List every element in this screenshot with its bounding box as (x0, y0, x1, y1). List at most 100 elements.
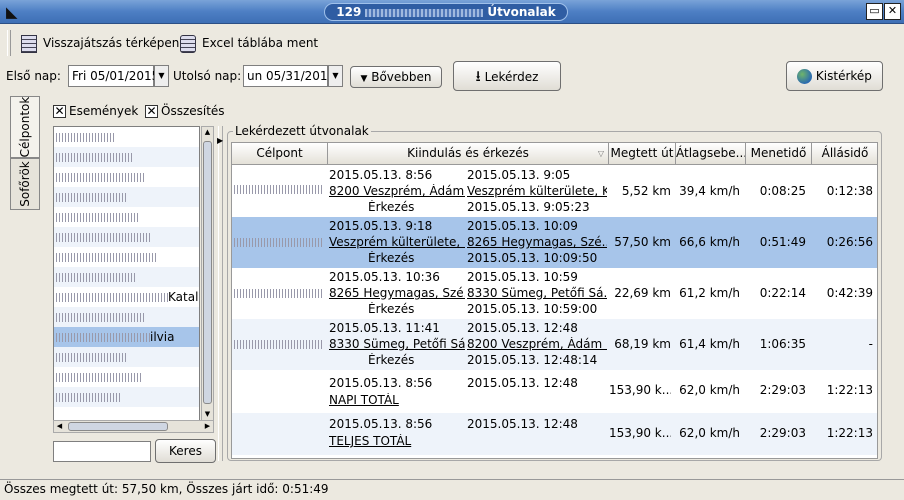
departure-place[interactable]: 8330 Sümeg, Petőfi Sá... (329, 337, 465, 351)
sort-desc-icon: ▽ (597, 149, 604, 158)
distance-value: 153,90 k... (609, 383, 671, 397)
splitter[interactable]: ▶ (217, 126, 223, 461)
drive-time-value: 0:22:14 (759, 286, 806, 300)
list-item[interactable] (54, 167, 199, 187)
redacted-text (56, 333, 150, 342)
column-header-stop-time[interactable]: Állásidő (812, 143, 877, 165)
summary-checkbox[interactable]: ✕ Összesítés (145, 103, 225, 119)
list-item[interactable] (54, 347, 199, 367)
stop-time-value: 0:42:39 (826, 286, 873, 300)
arrival-place[interactable]: Veszprém külterülete, K... (467, 184, 607, 198)
redacted-text (56, 133, 116, 142)
query-label: Lekérdez (484, 70, 539, 84)
table-row[interactable]: 2015.05.13. 8:56 8200 Veszprém, Ádám ...… (232, 166, 877, 217)
total-label: TELJES TOTÁL (329, 434, 412, 448)
list-item-label: ilvia (150, 330, 175, 344)
list-item[interactable] (54, 247, 199, 267)
playback-label: Visszajátszás térképen (43, 36, 180, 50)
redacted-target (234, 289, 324, 298)
column-header-drive-time[interactable]: Menetidő (746, 143, 812, 165)
table-row-selected[interactable]: 2015.05.13. 9:18 Veszprém külterülete, K… (232, 217, 877, 268)
close-button[interactable]: ✕ (884, 3, 901, 20)
arrival-place[interactable]: 8330 Sümeg, Petőfi Sá... (467, 286, 607, 300)
column-header-target[interactable]: Célpont (232, 143, 328, 165)
collapse-arrow-icon[interactable]: ▶ (217, 136, 223, 145)
first-day-dropdown[interactable]: ▼ (154, 65, 169, 87)
departure-place[interactable]: 8200 Veszprém, Ádám ... (329, 184, 465, 198)
list-horizontal-scrollbar[interactable]: ◀ ▶ (53, 420, 214, 433)
drive-time-value: 2:29:03 (759, 383, 806, 397)
column-header-avg-speed[interactable]: Átlagsebe... (676, 143, 746, 165)
target-list[interactable]: Katali ilvia (53, 126, 200, 421)
list-vertical-scrollbar[interactable]: ▲ ▼ (201, 126, 214, 421)
distance-value: 22,69 km (614, 286, 671, 300)
drive-time-value: 2:29:03 (759, 426, 806, 440)
list-item[interactable] (54, 227, 199, 247)
vertical-scroll-thumb[interactable] (203, 141, 212, 404)
scroll-down-icon[interactable]: ▼ (202, 409, 213, 420)
title-bar[interactable]: ◣ 129 Útvonalak ▭ ✕ (0, 0, 904, 24)
arrival-time: 2015.05.13. 9:05 (467, 168, 571, 182)
last-day-field[interactable]: un 05/31/2015 (243, 65, 335, 87)
routes-table[interactable]: Célpont Kiindulás és érkezés ▽ Megtett ú… (231, 142, 878, 459)
search-input[interactable] (53, 441, 151, 462)
distance-value: 68,19 km (614, 337, 671, 351)
toolbar-grip[interactable] (7, 30, 11, 56)
distance-value: 153,90 k... (609, 426, 671, 440)
redacted-text (56, 313, 144, 322)
redacted-text (56, 253, 156, 262)
list-item[interactable]: ilvia (54, 327, 199, 347)
distance-value: 5,52 km (621, 184, 671, 198)
list-item[interactable] (54, 307, 199, 327)
list-item[interactable] (54, 187, 199, 207)
title-text: Útvonalak (487, 5, 556, 19)
maximize-button[interactable]: ▭ (866, 3, 883, 20)
event-label: Érkezés (368, 251, 415, 265)
list-item[interactable] (54, 207, 199, 227)
excel-label: Excel táblába ment (202, 36, 319, 50)
redacted-text (56, 393, 122, 402)
column-header-distance[interactable]: Megtett út (609, 143, 676, 165)
expand-button[interactable]: ▼ Bővebben (350, 66, 442, 88)
list-item[interactable] (54, 387, 199, 407)
table-row[interactable]: 2015.05.13. 11:41 8330 Sümeg, Petőfi Sá.… (232, 319, 877, 370)
title-redacted (365, 8, 484, 17)
total-row-daily[interactable]: 2015.05.13. 8:56 NAPI TOTÁL 2015.05.13. … (232, 373, 877, 413)
list-item[interactable] (54, 127, 199, 147)
scroll-left-icon[interactable]: ◀ (54, 421, 65, 432)
event-time: 2015.05.13. 9:05:23 (467, 200, 590, 214)
list-item-label: Katali (168, 290, 200, 304)
first-day-field[interactable]: Fri 05/01/2015 (68, 65, 159, 87)
arrival-place[interactable]: 8200 Veszprém, Ádám ... (467, 337, 607, 351)
redacted-target (234, 185, 324, 194)
search-button[interactable]: Keres (155, 439, 216, 463)
departure-place[interactable]: 8265 Hegymagas, Szé... (329, 286, 465, 300)
departure-time: 2015.05.13. 11:41 (329, 321, 440, 335)
column-header-route[interactable]: Kiindulás és érkezés ▽ (328, 143, 609, 165)
redacted-text (56, 153, 134, 162)
horizontal-scroll-thumb[interactable] (68, 422, 168, 431)
query-button[interactable]: ⭳ Lekérdez (453, 61, 561, 91)
redacted-text (56, 373, 142, 382)
redacted-text (56, 353, 128, 362)
events-checkbox[interactable]: ✕ Események (53, 103, 138, 119)
minimap-button[interactable]: Kistérkép (786, 61, 883, 91)
scroll-right-icon[interactable]: ▶ (202, 421, 213, 432)
departure-place[interactable]: Veszprém külterülete, K... (329, 235, 465, 249)
list-item[interactable] (54, 267, 199, 287)
scroll-up-icon[interactable]: ▲ (202, 127, 213, 138)
table-row[interactable]: 2015.05.13. 10:36 8265 Hegymagas, Szé...… (232, 268, 877, 319)
list-item[interactable] (54, 147, 199, 167)
tab-points[interactable]: Célpontok (10, 96, 40, 158)
excel-export-button[interactable]: Excel táblába ment (180, 33, 318, 53)
list-item[interactable]: Katali (54, 287, 199, 307)
last-day-dropdown[interactable]: ▼ (328, 65, 343, 87)
event-label: Érkezés (368, 353, 415, 367)
list-item[interactable] (54, 367, 199, 387)
download-icon: ⭳ (475, 67, 481, 85)
arrival-place[interactable]: 8265 Hegymagas, Szé... (467, 235, 607, 249)
total-row-overall[interactable]: 2015.05.13. 8:56 TELJES TOTÁL 2015.05.13… (232, 413, 877, 455)
playback-map-button[interactable]: Visszajátszás térképen (21, 33, 179, 53)
tab-drivers[interactable]: Sofőrök (10, 158, 40, 210)
film-icon (21, 34, 37, 53)
